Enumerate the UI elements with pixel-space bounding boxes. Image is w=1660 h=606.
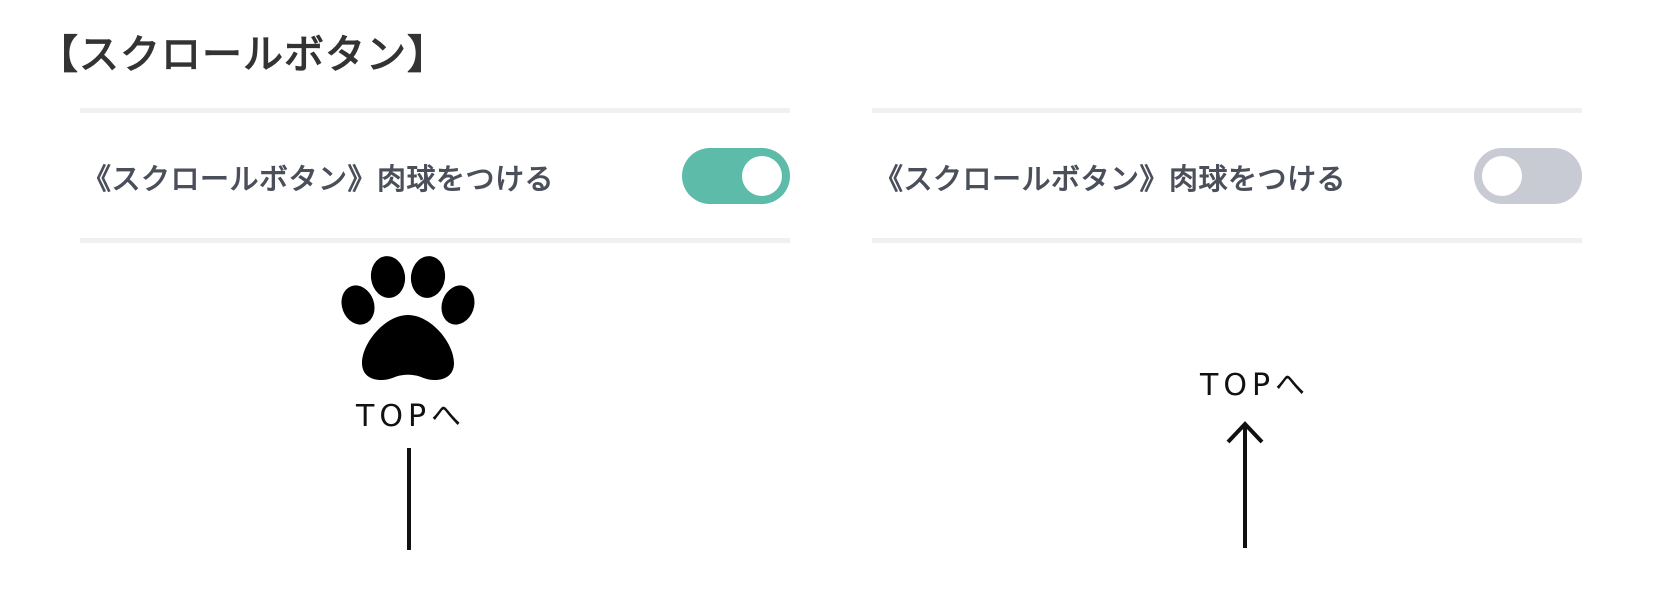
scroll-to-top-button-plain[interactable]: TOPへ [1200, 360, 1310, 560]
scroll-top-label: TOPへ [1200, 368, 1311, 403]
scroll-line [407, 448, 411, 550]
toggle-knob [1482, 156, 1522, 196]
scroll-top-label: TOPへ [356, 399, 467, 434]
paw-toggle-off[interactable] [1474, 148, 1582, 204]
setting-label: 《スクロールボタン》肉球をつける [82, 162, 555, 196]
paw-icon [341, 256, 475, 381]
scroll-to-top-button-paw[interactable]: TOPへ [340, 255, 480, 555]
paw-toggle-on[interactable] [682, 148, 790, 204]
setting-row-paw-off: 《スクロールボタン》肉球をつける [872, 108, 1582, 243]
arrow-up-icon [1226, 421, 1264, 548]
setting-label: 《スクロールボタン》肉球をつける [874, 162, 1347, 196]
setting-row-paw-on: 《スクロールボタン》肉球をつける [80, 108, 790, 243]
toggle-knob [742, 156, 782, 196]
page-title: 【スクロールボタン】 [38, 32, 448, 78]
